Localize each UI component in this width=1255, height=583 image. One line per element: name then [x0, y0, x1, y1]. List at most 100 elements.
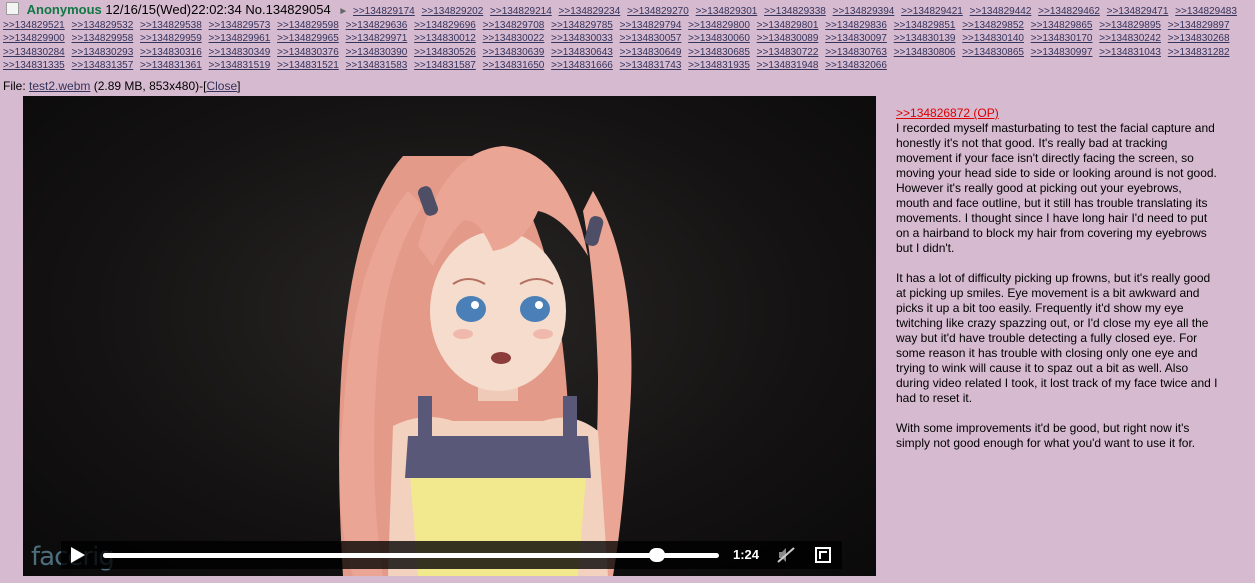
- backlink[interactable]: >>134830997: [1031, 47, 1093, 58]
- backlink[interactable]: >>134830242: [1099, 33, 1161, 44]
- fullscreen-icon[interactable]: [815, 547, 831, 563]
- backlink[interactable]: >>134830639: [483, 47, 545, 58]
- backlink[interactable]: >>134831521: [277, 60, 339, 71]
- backlink[interactable]: >>134830097: [825, 33, 887, 44]
- backlink[interactable]: >>134829521: [3, 20, 65, 31]
- comment-paragraph: With some improvements it'd be good, but…: [896, 421, 1196, 450]
- backlink[interactable]: >>134830316: [140, 47, 202, 58]
- backlink[interactable]: >>134829214: [490, 6, 552, 17]
- comment-paragraph: It has a lot of difficulty picking up fr…: [896, 271, 1218, 405]
- backlink[interactable]: >>134829471: [1107, 6, 1169, 17]
- backlink[interactable]: >>134830865: [962, 47, 1024, 58]
- current-time: 1:24: [733, 547, 760, 562]
- backlink[interactable]: >>134829785: [551, 20, 613, 31]
- backlink[interactable]: >>134831650: [483, 60, 545, 71]
- backlink[interactable]: >>134830057: [620, 33, 682, 44]
- backlink[interactable]: >>134829800: [688, 20, 750, 31]
- backlink[interactable]: >>134829708: [483, 20, 545, 31]
- backlink[interactable]: >>134829234: [559, 6, 621, 17]
- file-link[interactable]: test2.webm: [29, 79, 90, 93]
- close-link[interactable]: Close: [206, 79, 237, 93]
- backlink[interactable]: >>134831935: [688, 60, 750, 71]
- backlink[interactable]: >>134829865: [1031, 20, 1093, 31]
- backlink[interactable]: >>134829573: [209, 20, 271, 31]
- backlink[interactable]: >>134830268: [1168, 33, 1230, 44]
- backlink[interactable]: >>134829851: [894, 20, 956, 31]
- quote-link-op[interactable]: >>134826872 (OP): [896, 106, 1218, 121]
- backlink[interactable]: >>134830060: [688, 33, 750, 44]
- backlink[interactable]: >>134830806: [894, 47, 956, 58]
- backlinks: >>134829174 >>134829202 >>134829214 >>13…: [3, 5, 1253, 73]
- file-info: File: test2.webm (2.89 MB, 853x480)-[Clo…: [3, 79, 241, 93]
- backlink[interactable]: >>134831357: [72, 60, 134, 71]
- backlink[interactable]: >>134829958: [72, 33, 134, 44]
- backlink[interactable]: >>134829965: [277, 33, 339, 44]
- backlink[interactable]: >>134830722: [757, 47, 819, 58]
- backlink[interactable]: >>134830643: [551, 47, 613, 58]
- backlink[interactable]: >>134829538: [140, 20, 202, 31]
- backlink[interactable]: >>134830012: [414, 33, 476, 44]
- backlink[interactable]: >>134829394: [833, 6, 895, 17]
- backlink[interactable]: >>134830685: [688, 47, 750, 58]
- backlink[interactable]: >>134829301: [696, 6, 758, 17]
- play-icon[interactable]: [71, 547, 85, 563]
- backlink[interactable]: >>134831335: [3, 60, 65, 71]
- backlink[interactable]: >>134830139: [894, 33, 956, 44]
- backlink[interactable]: >>134831743: [620, 60, 682, 71]
- backlink[interactable]: >>134829421: [901, 6, 963, 17]
- backlink[interactable]: >>134830293: [72, 47, 134, 58]
- backlink[interactable]: >>134829794: [620, 20, 682, 31]
- backlink[interactable]: >>134829852: [962, 20, 1024, 31]
- backlink[interactable]: >>134829959: [140, 33, 202, 44]
- seek-bar[interactable]: [103, 548, 719, 562]
- backlink[interactable]: >>134830763: [825, 47, 887, 58]
- backlink[interactable]: >>134829897: [1168, 20, 1230, 31]
- video-controls: 1:24: [61, 541, 842, 569]
- backlink[interactable]: >>134829174: [353, 6, 415, 17]
- backlink[interactable]: >>134829971: [346, 33, 408, 44]
- backlink[interactable]: >>134831361: [140, 60, 202, 71]
- backlink[interactable]: >>134830089: [757, 33, 819, 44]
- video-player[interactable]: facerig 1:24: [23, 96, 876, 576]
- mute-icon[interactable]: [777, 547, 795, 563]
- backlink[interactable]: >>134829338: [764, 6, 826, 17]
- backlink[interactable]: >>134830526: [414, 47, 476, 58]
- comment-paragraph: I recorded myself masturbating to test t…: [896, 121, 1217, 255]
- backlink[interactable]: >>134829202: [422, 6, 484, 17]
- backlink[interactable]: >>134829836: [825, 20, 887, 31]
- backlink[interactable]: >>134830349: [209, 47, 271, 58]
- backlink[interactable]: >>134829442: [970, 6, 1032, 17]
- backlink[interactable]: >>134830022: [483, 33, 545, 44]
- backlink[interactable]: >>134831948: [757, 60, 819, 71]
- backlink[interactable]: >>134831043: [1099, 47, 1161, 58]
- backlink[interactable]: >>134830033: [551, 33, 613, 44]
- backlink[interactable]: >>134830649: [620, 47, 682, 58]
- backlink[interactable]: >>134830170: [1031, 33, 1093, 44]
- backlink[interactable]: >>134829462: [1038, 6, 1100, 17]
- backlink[interactable]: >>134831587: [414, 60, 476, 71]
- backlink[interactable]: >>134829636: [346, 20, 408, 31]
- backlink[interactable]: >>134831583: [346, 60, 408, 71]
- anime-character-image: [339, 146, 632, 576]
- backlink[interactable]: >>134831666: [551, 60, 613, 71]
- backlink[interactable]: >>134829900: [3, 33, 65, 44]
- backlink[interactable]: >>134830284: [3, 47, 65, 58]
- backlink[interactable]: >>134829483: [1175, 6, 1237, 17]
- post-comment: >>134826872 (OP) I recorded myself mastu…: [896, 106, 1218, 466]
- backlink[interactable]: >>134832066: [825, 60, 887, 71]
- backlink[interactable]: >>134829270: [627, 6, 689, 17]
- seek-progress: [103, 553, 658, 558]
- backlink[interactable]: >>134829532: [72, 20, 134, 31]
- backlink[interactable]: >>134831282: [1168, 47, 1230, 58]
- backlink[interactable]: >>134830376: [277, 47, 339, 58]
- backlink[interactable]: >>134829961: [209, 33, 271, 44]
- backlink[interactable]: >>134829696: [414, 20, 476, 31]
- backlink[interactable]: >>134829598: [277, 20, 339, 31]
- backlink[interactable]: >>134829895: [1099, 20, 1161, 31]
- seek-thumb[interactable]: [649, 548, 666, 562]
- backlink[interactable]: >>134830140: [962, 33, 1024, 44]
- file-details: (2.89 MB, 853x480)-: [93, 79, 204, 93]
- backlink[interactable]: >>134829801: [757, 20, 819, 31]
- backlink[interactable]: >>134830390: [346, 47, 408, 58]
- backlink[interactable]: >>134831519: [209, 60, 271, 71]
